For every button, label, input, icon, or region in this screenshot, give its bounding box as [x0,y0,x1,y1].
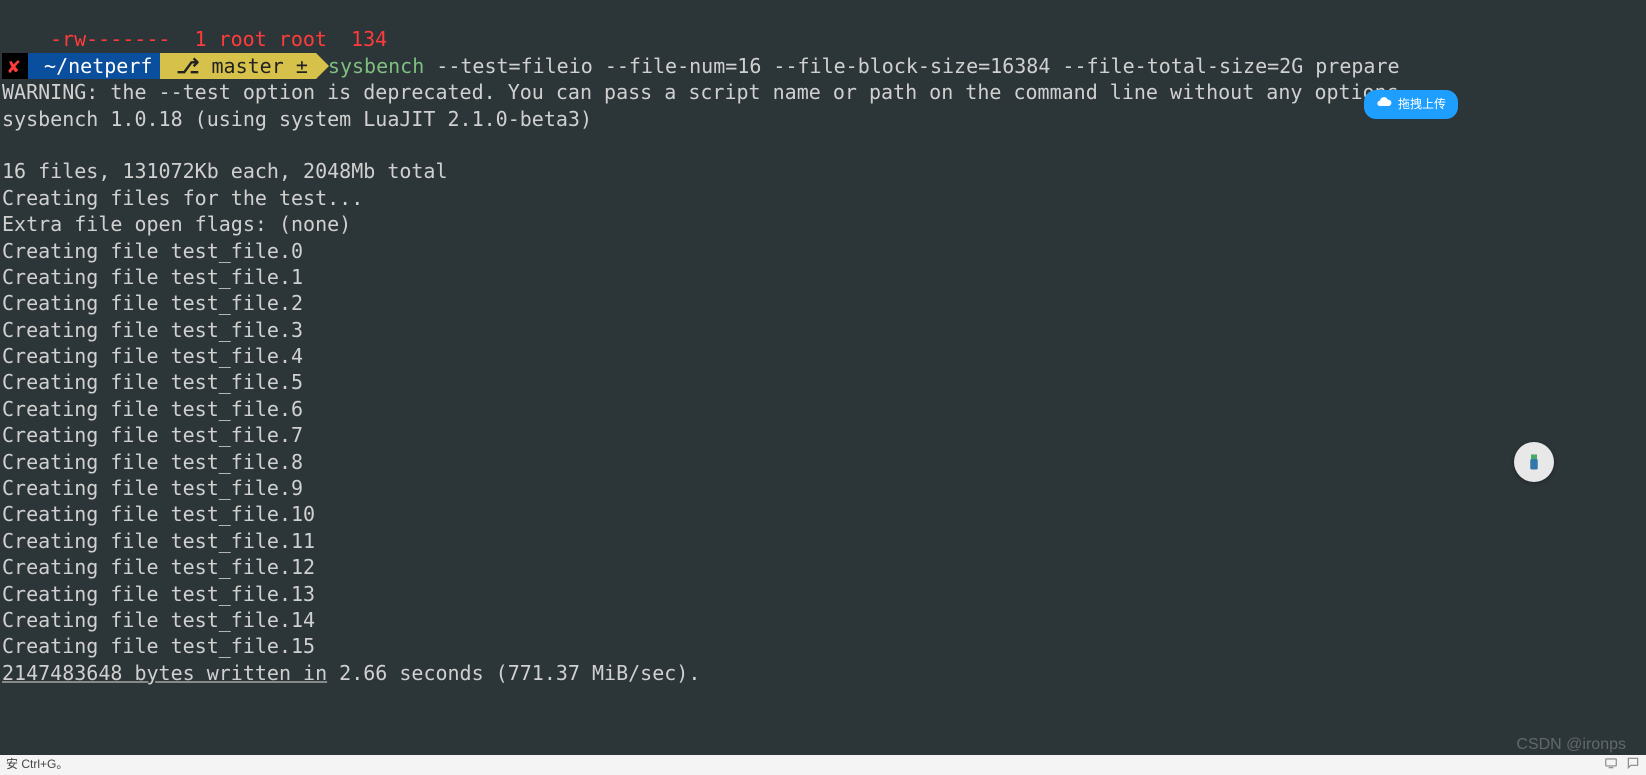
file-line: Creating file test_file.5 [2,370,303,394]
notification-icon[interactable] [1626,756,1640,775]
file-line: Creating file test_file.8 [2,450,303,474]
file-line: Creating file test_file.0 [2,239,303,263]
close-icon: ✘ [2,53,28,79]
upload-button[interactable]: 拖拽上传 [1364,90,1458,119]
usb-device-icon[interactable] [1514,442,1554,482]
watermark-text: CSDN @ironps [1516,734,1626,755]
file-line: Creating file test_file.2 [2,291,303,315]
file-line: Creating file test_file.7 [2,423,303,447]
file-line: Creating file test_file.6 [2,397,303,421]
upload-label: 拖拽上传 [1398,97,1446,113]
file-line: Creating file test_file.12 [2,555,315,579]
command-args: --test=fileio --file-num=16 --file-block… [424,54,1399,78]
version-line: sysbench 1.0.18 (using system LuaJIT 2.1… [2,107,592,131]
flags-line: Extra file open flags: (none) [2,212,351,236]
status-bar: 安 Ctrl+G。 [0,755,1646,775]
statusbar-hint: 安 Ctrl+G。 [6,757,68,773]
statusbar-right [1604,756,1640,775]
result-bytes: 2147483648 bytes written in [2,661,327,685]
warning-line: WARNING: the --test option is deprecated… [2,80,1411,104]
cloud-icon [1376,94,1392,115]
file-line: Creating file test_file.14 [2,608,315,632]
partial-ls-line: -rw------- 1 root root 134 [50,27,387,51]
file-line: Creating file test_file.9 [2,476,303,500]
branch-chip: ⎇ master ± [160,53,315,79]
summary-line: 16 files, 131072Kb each, 2048Mb total [2,159,448,183]
branch-icon: ⎇ [176,54,199,78]
file-line: Creating file test_file.13 [2,582,315,606]
file-line: Creating file test_file.10 [2,502,315,526]
creating-line: Creating files for the test... [2,186,363,210]
result-rest: 2.66 seconds (771.37 MiB/sec). [327,661,700,685]
cwd-chip: ~/netperf [28,53,160,79]
screen-icon[interactable] [1604,756,1618,775]
file-line: Creating file test_file.3 [2,318,303,342]
prompt-line: ✘~/netperf⎇ master ± sysbench --test=fil… [2,54,1400,78]
file-line: Creating file test_file.4 [2,344,303,368]
file-line: Creating file test_file.15 [2,634,315,658]
command-binary: sysbench [328,54,424,78]
file-line: Creating file test_file.1 [2,265,303,289]
file-line: Creating file test_file.11 [2,529,315,553]
